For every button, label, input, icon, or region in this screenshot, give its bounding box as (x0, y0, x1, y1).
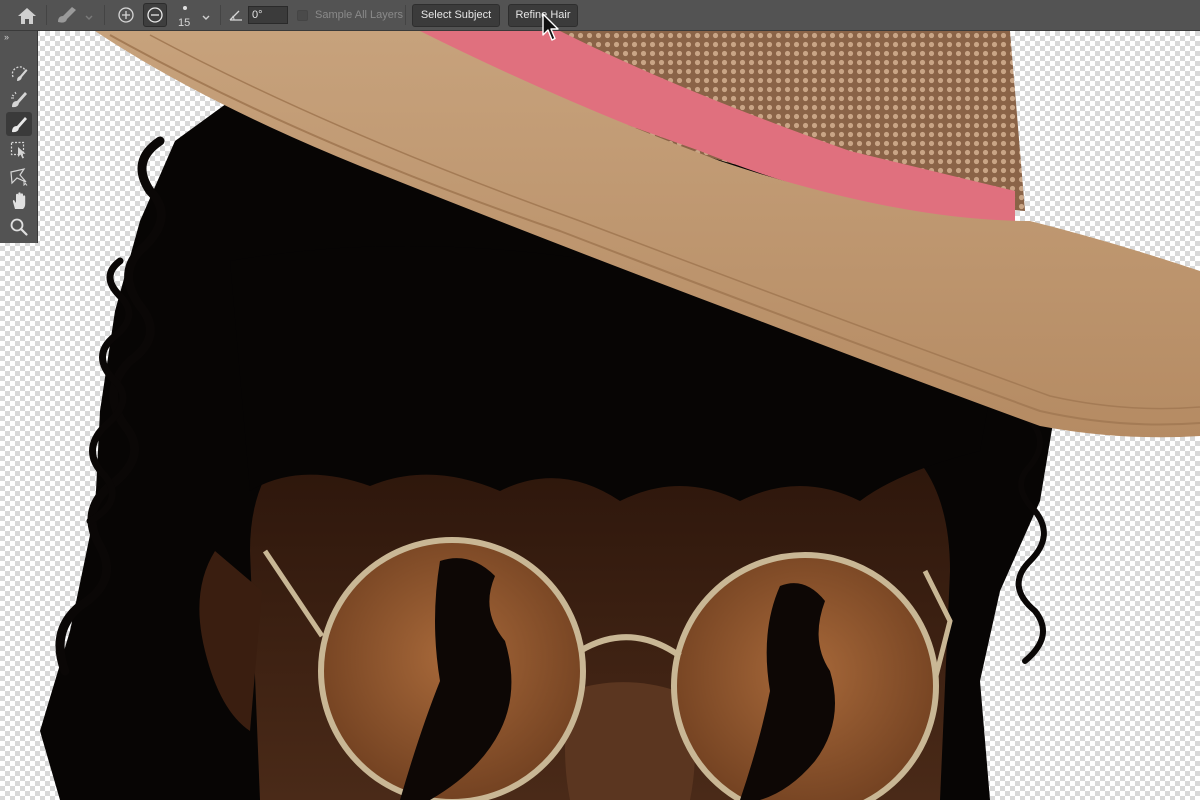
zoom-tool[interactable] (6, 215, 32, 239)
brush-icon (12, 117, 27, 133)
lasso-tool[interactable] (6, 164, 32, 188)
document-canvas[interactable] (0, 31, 1200, 800)
brush-size-preview[interactable] (183, 6, 187, 10)
hand-icon (12, 192, 26, 209)
chevron-down-icon[interactable] (201, 10, 211, 20)
brush-tool[interactable] (6, 112, 32, 136)
chevron-down-icon[interactable] (84, 10, 94, 20)
refine-edge-brush-icon (11, 91, 27, 108)
hand-tool[interactable] (6, 189, 32, 213)
separator (46, 5, 47, 25)
tools-panel: ›› (0, 31, 38, 243)
subtract-from-selection-icon[interactable] (143, 3, 167, 27)
quick-selection-tool[interactable] (6, 61, 32, 85)
select-subject-button[interactable]: Select Subject (412, 4, 500, 27)
quick-selection-icon (11, 66, 28, 81)
mouse-cursor-icon (541, 13, 561, 43)
refine-edge-brush-tool[interactable] (6, 87, 32, 111)
separator (405, 5, 406, 25)
sample-all-layers-checkbox[interactable] (297, 10, 308, 21)
cutout-photo (40, 31, 1200, 800)
zoom-icon (10, 218, 28, 236)
collapse-panel-icon[interactable]: ›› (4, 32, 9, 42)
brush-size-value[interactable]: 15 (178, 17, 190, 29)
home-icon[interactable] (16, 6, 38, 26)
separator (220, 5, 221, 25)
separator (104, 5, 105, 25)
brush-preset-icon[interactable] (54, 4, 80, 26)
object-selection-tool[interactable] (6, 138, 32, 162)
object-selection-icon (10, 141, 26, 159)
lasso-icon (10, 168, 28, 186)
options-bar: 15 Sample All Layers Select Subject Refi… (0, 0, 1200, 41)
angle-icon (228, 8, 244, 22)
angle-input[interactable] (248, 6, 288, 24)
sample-all-layers-label: Sample All Layers (315, 9, 404, 21)
add-to-selection-icon[interactable] (116, 5, 136, 25)
